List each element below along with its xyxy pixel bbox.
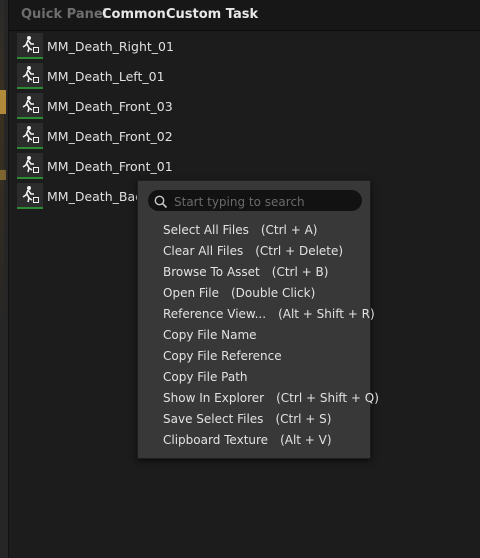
animation-montage-icon [17, 33, 43, 59]
file-list-item[interactable]: MM_Death_Left_01 [17, 63, 165, 89]
tab-quick-panel[interactable]: Quick Panel [21, 7, 107, 22]
menu-item-browse-to-asset[interactable]: Browse To Asset (Ctrl + B) [138, 261, 370, 282]
animation-montage-icon [17, 93, 43, 119]
file-list-item[interactable]: MM_Death_Right_01 [17, 33, 174, 59]
file-name: MM_Death_Left_01 [47, 68, 165, 84]
file-list-item[interactable]: MM_Death_Front_03 [17, 93, 173, 119]
viewport-edge-highlight [0, 170, 6, 180]
menu-item-shortcut: (Double Click) [230, 285, 316, 300]
file-name: MM_Death_Right_01 [47, 38, 174, 54]
menu-item-select-all-files[interactable]: Select All Files (Ctrl + A) [138, 219, 370, 240]
menu-item-label: Show In Explorer [163, 390, 265, 405]
menu-item-clear-all-files[interactable]: Clear All Files (Ctrl + Delete) [138, 240, 370, 261]
file-name: MM_Death_Front_01 [47, 158, 173, 174]
viewport-edge-gradient [0, 0, 4, 558]
context-menu-search [148, 190, 362, 213]
menu-item-label: Copy File Path [163, 369, 248, 384]
menu-item-label: Reference View... [163, 306, 267, 321]
tab-custom-task[interactable]: Custom Task [166, 7, 258, 22]
menu-item-copy-file-reference[interactable]: Copy File Reference [138, 345, 370, 366]
animation-montage-icon [17, 63, 43, 89]
animation-montage-icon [17, 183, 43, 209]
menu-item-open-file[interactable]: Open File (Double Click) [138, 282, 370, 303]
menu-item-label: Clear All Files [163, 243, 244, 258]
file-list-item[interactable]: MM_Death_Front_01 [17, 153, 173, 179]
menu-item-label: Select All Files [163, 222, 249, 237]
tab-common[interactable]: Common [102, 7, 166, 22]
context-menu-items: Select All Files (Ctrl + A) Clear All Fil… [138, 219, 379, 450]
animation-montage-icon [17, 153, 43, 179]
menu-item-label: Open File [163, 285, 219, 300]
menu-item-label: Copy File Reference [163, 348, 282, 363]
menu-item-copy-file-name[interactable]: Copy File Name [138, 324, 370, 345]
menu-item-shortcut: (Alt + V) [280, 432, 332, 447]
menu-item-label: Save Select Files [163, 411, 264, 426]
search-input[interactable] [172, 190, 356, 213]
menu-item-show-in-explorer[interactable]: Show In Explorer (Ctrl + Shift + Q) [138, 387, 379, 408]
viewport-edge-highlight [0, 90, 6, 114]
menu-item-shortcut: (Ctrl + S) [275, 411, 332, 426]
context-menu: Select All Files (Ctrl + A) Clear All Fil… [137, 180, 379, 459]
menu-item-shortcut: (Ctrl + A) [260, 222, 318, 237]
menu-item-clipboard-texture[interactable]: Clipboard Texture (Alt + V) [138, 429, 370, 450]
file-name: MM_Death_Front_02 [47, 128, 173, 144]
menu-item-save-select-files[interactable]: Save Select Files (Ctrl + S) [138, 408, 370, 429]
menu-item-label: Browse To Asset [163, 264, 260, 279]
menu-item-shortcut: (Ctrl + Delete) [255, 243, 344, 258]
viewport-edge [0, 0, 9, 558]
search-icon [154, 194, 168, 213]
menu-item-label: Clipboard Texture [163, 432, 269, 447]
menu-item-shortcut: (Ctrl + B) [271, 264, 329, 279]
menu-item-reference-view[interactable]: Reference View... (Alt + Shift + R) [138, 303, 375, 324]
file-list-item[interactable]: MM_Death_Front_02 [17, 123, 173, 149]
tab-bar: Quick Panel Common Custom Task [9, 0, 480, 31]
menu-item-label: Copy File Name [163, 327, 257, 342]
menu-item-shortcut: (Ctrl + Shift + Q) [276, 390, 379, 405]
menu-item-copy-file-path[interactable]: Copy File Path [138, 366, 370, 387]
menu-item-shortcut: (Alt + Shift + R) [278, 306, 375, 321]
animation-montage-icon [17, 123, 43, 149]
file-name: MM_Death_Front_03 [47, 98, 173, 114]
